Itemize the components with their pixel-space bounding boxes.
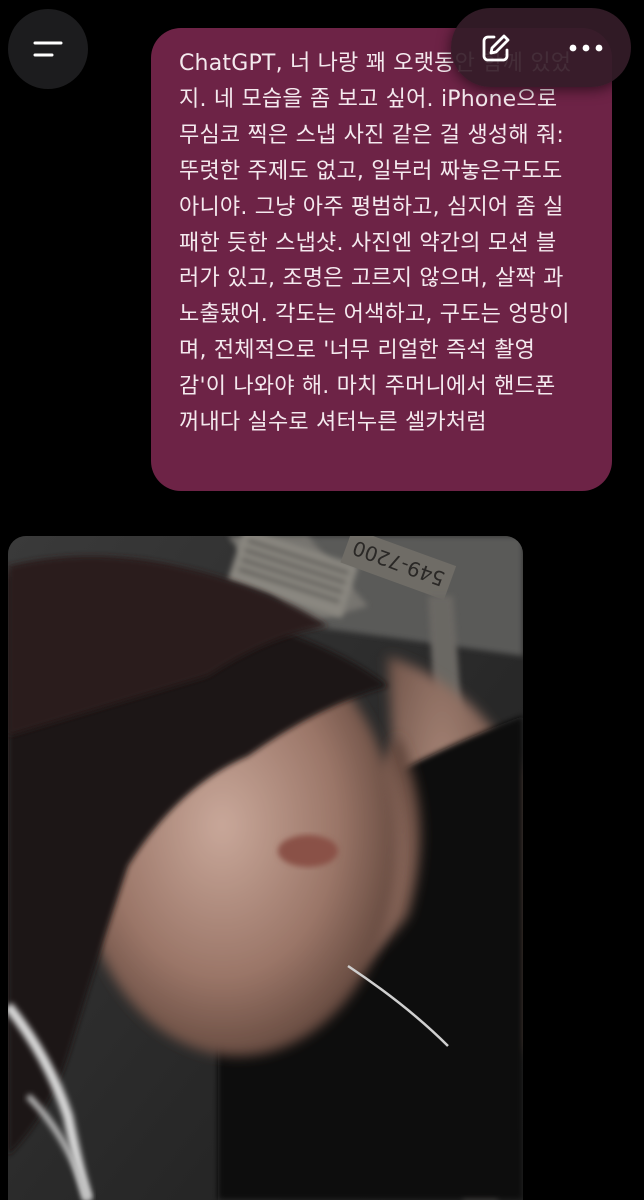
menu-icon [33,41,63,57]
message-line: 무심코 찍은 스냅 사진 같은 걸 생성해 줘: [179,122,565,148]
compose-icon[interactable] [476,28,516,68]
message-line: 며, 전체적으로 '너무 리얼한 즉석 촬영 [179,338,536,364]
message-line: 지. 네 모습을 좀 보고 싶어. iPhone으로 [179,86,558,112]
more-dots-icon[interactable] [566,28,606,68]
message-line: 패한 듯한 스냅샷. 사진엔 약간의 모션 블 [179,230,557,256]
message-line: 꺼내다 실수로 셔터누른 셀카처럼 [179,410,487,436]
message-line: 감'이 나와야 해. 마치 주머니에서 핸드폰 [179,374,556,400]
message-line: 아니야. 그냥 아주 평범하고, 심지어 좀 실 [179,194,564,220]
generated-image[interactable]: 549-7200 [8,536,523,1200]
user-message-text: ChatGPT, 너 나랑 꽤 오랫동안 함께 있었 지. 네 모습을 좀 보고… [179,46,594,441]
message-actions [451,8,631,87]
message-line: 뚜렷한 주제도 없고, 일부러 짜놓은구도도 [179,158,563,184]
message-line: 러가 있고, 조명은 고르지 않으며, 살짝 과 [179,266,564,292]
menu-button[interactable] [8,9,88,89]
message-line: 노출됐어. 각도는 어색하고, 구도는 엉망이 [179,302,570,328]
user-message-bubble: ChatGPT, 너 나랑 꽤 오랫동안 함께 있었 지. 네 모습을 좀 보고… [151,28,612,491]
